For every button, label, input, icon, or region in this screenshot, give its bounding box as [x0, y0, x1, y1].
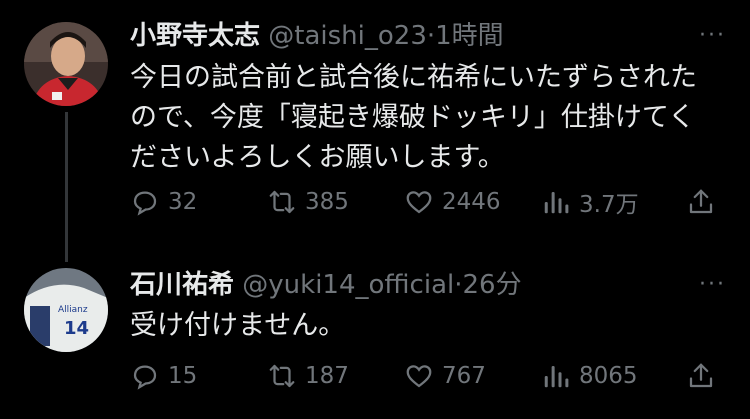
- views-button[interactable]: 8065: [541, 356, 638, 396]
- view-count: 8065: [579, 363, 638, 389]
- separator: ·: [454, 270, 463, 300]
- more-icon[interactable]: ···: [690, 19, 726, 53]
- svg-text:14: 14: [64, 318, 89, 339]
- views-button[interactable]: 3.7万: [541, 182, 639, 222]
- speech-bubble-icon: [133, 191, 157, 216]
- tweet-2-text: 受け付けません。: [130, 306, 730, 346]
- avatar-yuki[interactable]: Allianz 14: [24, 268, 108, 352]
- tweet-1-text: 今日の試合前と試合後に祐希にいたずらされた ので、今度「寝起き爆破ドッキリ」仕掛…: [130, 58, 730, 178]
- tweet-1-header: 小野寺太志 @taishi_o23·1時間: [130, 19, 504, 53]
- share-icon: [689, 189, 713, 214]
- retweet-icon: [269, 364, 295, 388]
- tweet-text-line: ださいよろしくお願いします。: [130, 142, 505, 173]
- retweet-count: 187: [305, 363, 349, 389]
- like-count: 2446: [442, 189, 501, 215]
- more-icon[interactable]: ···: [690, 268, 726, 302]
- tweet-text-line: 今日の試合前と試合後に祐希にいたずらされた: [130, 62, 697, 93]
- thread-line: [65, 112, 68, 262]
- tweet-2-actions: 15 187 767 8065: [130, 356, 730, 396]
- heart-icon: [406, 191, 432, 214]
- user-handle[interactable]: @yuki14_official: [242, 270, 454, 300]
- reply-count: 32: [168, 189, 198, 215]
- share-icon: [689, 363, 713, 388]
- tweet-1-actions: 32 385 2446 3.7万: [130, 182, 730, 222]
- like-count: 767: [442, 363, 486, 389]
- reply-count: 15: [168, 363, 198, 389]
- retweet-button[interactable]: 187: [267, 356, 349, 396]
- like-button[interactable]: 2446: [404, 182, 501, 222]
- retweet-count: 385: [305, 189, 349, 215]
- heart-icon: [406, 365, 432, 388]
- user-handle[interactable]: @taishi_o23: [268, 21, 427, 51]
- tweet-2-header: 石川祐希 @yuki14_official·26分: [130, 268, 522, 302]
- like-button[interactable]: 767: [404, 356, 486, 396]
- retweet-icon: [269, 190, 295, 214]
- share-button[interactable]: [686, 356, 724, 396]
- timestamp[interactable]: 26分: [463, 270, 522, 300]
- svg-text:Allianz: Allianz: [58, 305, 88, 315]
- speech-bubble-icon: [133, 365, 157, 390]
- retweet-button[interactable]: 385: [267, 182, 349, 222]
- bar-chart-icon: [544, 366, 569, 388]
- view-count: 3.7万: [579, 192, 639, 218]
- timestamp[interactable]: 1時間: [435, 21, 504, 51]
- bar-chart-icon: [544, 192, 569, 214]
- share-button[interactable]: [686, 182, 724, 222]
- reply-button[interactable]: 32: [130, 182, 197, 222]
- avatar-taishi[interactable]: [24, 22, 108, 106]
- separator: ·: [426, 21, 436, 51]
- reply-button[interactable]: 15: [130, 356, 197, 396]
- tweet-text-line: 受け付けません。: [130, 310, 346, 341]
- display-name[interactable]: 小野寺太志: [130, 21, 260, 51]
- display-name[interactable]: 石川祐希: [130, 270, 234, 300]
- tweet-text-line: ので、今度「寝起き爆破ドッキリ」仕掛けてく: [130, 102, 696, 133]
